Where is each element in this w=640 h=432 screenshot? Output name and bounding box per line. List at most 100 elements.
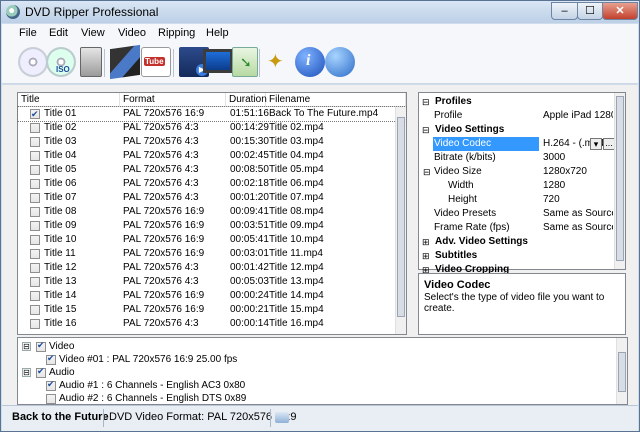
maximize-button[interactable]: ☐: [577, 2, 603, 20]
info-icon[interactable]: i: [295, 47, 325, 77]
column-duration[interactable]: Duration: [226, 93, 267, 107]
column-title[interactable]: Title: [18, 93, 120, 107]
property-value[interactable]: 1280x720: [543, 165, 613, 179]
table-row[interactable]: Title 01 PAL 720x576 16:9 01:51:16Back To …: [17, 106, 407, 122]
table-row[interactable]: Title 12 PAL 720x576 4:3 00:01:42 Title 12.…: [18, 261, 406, 275]
monitor-icon[interactable]: [203, 49, 233, 73]
drive-icon[interactable]: [80, 47, 102, 77]
row-checkbox[interactable]: [30, 179, 40, 189]
table-row[interactable]: Title 11 PAL 720x576 16:9 00:03:01 Title 11…: [18, 247, 406, 261]
titles-list[interactable]: Title Format Duration Filename Title 01 P…: [17, 92, 407, 335]
row-checkbox[interactable]: [30, 277, 40, 287]
property-category[interactable]: ⊞ Adv. Video Settings: [419, 235, 615, 249]
column-format[interactable]: Format: [120, 93, 226, 107]
menu-video[interactable]: Video: [118, 27, 146, 39]
status-menu-icon[interactable]: [275, 412, 289, 423]
collapse-icon[interactable]: ⊟: [22, 342, 31, 351]
row-format: PAL 720x576 16:9: [123, 248, 205, 259]
row-checkbox[interactable]: [30, 107, 40, 121]
row-checkbox[interactable]: [30, 193, 40, 203]
title-bar[interactable]: DVD Ripper Professional – ☐ ✕: [1, 1, 639, 23]
web-update-icon[interactable]: [325, 47, 355, 77]
table-row[interactable]: Title 04 PAL 720x576 4:3 00:02:45 Title 04.…: [18, 149, 406, 163]
property-row[interactable]: Width 1280: [419, 179, 615, 193]
table-row[interactable]: Title 07 PAL 720x576 4:3 00:01:20 Title 07.…: [18, 191, 406, 205]
row-checkbox[interactable]: [30, 123, 40, 133]
expand-icon[interactable]: ⊞: [422, 249, 430, 263]
table-row[interactable]: Title 03 PAL 720x576 4:3 00:15:30 Title 03.…: [18, 135, 406, 149]
property-row[interactable]: Video Codec H.264 - (.mp4) ▾...: [419, 137, 615, 151]
table-row[interactable]: Title 05 PAL 720x576 4:3 00:08:50 Title 05.…: [18, 163, 406, 177]
table-row[interactable]: Title 16 PAL 720x576 4:3 00:00:14 Title 16.…: [18, 317, 406, 331]
property-grid[interactable]: ⊟ProfilesProfileApple iPad 1280x720⊟Vide…: [418, 92, 626, 275]
property-row[interactable]: Frame Rate (fps) Same as Source: [419, 221, 615, 235]
table-row[interactable]: Title 02 PAL 720x576 4:3 00:14:29 Title 02.…: [18, 121, 406, 135]
menu-file[interactable]: File: [19, 27, 37, 39]
minimize-button[interactable]: –: [551, 2, 578, 20]
property-row[interactable]: ⊟ Video Size 1280x720: [419, 165, 615, 179]
table-row[interactable]: Title 06 PAL 720x576 4:3 00:02:18 Title 06.…: [18, 177, 406, 191]
property-value[interactable]: 1280: [543, 179, 613, 193]
dvd-disc-icon[interactable]: [18, 47, 48, 77]
row-filename: Title 05.mp4: [269, 164, 324, 175]
expand-icon[interactable]: ⊞: [422, 235, 430, 249]
row-checkbox[interactable]: [30, 263, 40, 273]
iso-disc-icon[interactable]: ISO: [46, 47, 76, 77]
scrollbar-thumb[interactable]: [397, 117, 405, 317]
row-checkbox[interactable]: [30, 207, 40, 217]
property-row[interactable]: Video Presets Same as Source: [419, 207, 615, 221]
property-value[interactable]: Apple iPad 1280x720: [543, 109, 613, 123]
menu-view[interactable]: View: [81, 27, 105, 39]
titles-list-scrollbar[interactable]: [395, 107, 406, 334]
convert-icon[interactable]: ➘: [232, 47, 258, 77]
dropdown-button[interactable]: ▾: [590, 138, 602, 150]
table-row[interactable]: Title 10 PAL 720x576 16:9 00:05:41 Title 10…: [18, 233, 406, 247]
property-category[interactable]: ⊟ Video Settings: [419, 123, 615, 137]
property-value[interactable]: Same as Source: [543, 207, 613, 221]
row-checkbox[interactable]: [30, 235, 40, 245]
scrollbar-thumb[interactable]: [618, 352, 626, 392]
table-row[interactable]: Title 08 PAL 720x576 16:9 00:09:41 Title 08…: [18, 205, 406, 219]
collapse-icon[interactable]: ⊟: [22, 368, 31, 377]
property-row[interactable]: Profile Apple iPad 1280x720: [419, 109, 615, 123]
property-row[interactable]: Bitrate (k/bits) 3000: [419, 151, 615, 165]
scrollbar-thumb[interactable]: [616, 96, 624, 261]
column-filename[interactable]: Filename: [266, 93, 406, 107]
close-button[interactable]: ✕: [602, 2, 638, 20]
tree-checkbox[interactable]: [36, 366, 46, 378]
menu-help[interactable]: Help: [206, 27, 229, 39]
table-row[interactable]: Title 09 PAL 720x576 16:9 00:03:51 Title 09…: [18, 219, 406, 233]
tree-checkbox[interactable]: [46, 379, 56, 391]
video-settings-icon[interactable]: [110, 44, 140, 80]
row-checkbox[interactable]: [30, 249, 40, 259]
menu-ripping[interactable]: Ripping: [158, 27, 195, 39]
youtube-icon[interactable]: Tube: [141, 47, 171, 77]
tree-checkbox[interactable]: [36, 340, 46, 352]
streams-tree[interactable]: ⊟ Video Video #01 : PAL 720x576 16:9 25.00…: [17, 337, 628, 405]
row-checkbox[interactable]: [30, 151, 40, 161]
property-category[interactable]: ⊟ Profiles: [419, 95, 615, 109]
wizard-wand-icon[interactable]: ✦: [264, 47, 294, 77]
table-row[interactable]: Title 14 PAL 720x576 16:9 00:00:24 Title 14…: [18, 289, 406, 303]
property-value[interactable]: 3000: [543, 151, 613, 165]
property-category[interactable]: ⊞ Subtitles: [419, 249, 615, 263]
row-checkbox[interactable]: [30, 165, 40, 175]
row-checkbox[interactable]: [30, 137, 40, 147]
property-grid-scrollbar[interactable]: [614, 93, 625, 269]
property-value[interactable]: Same as Source: [543, 221, 613, 235]
row-checkbox[interactable]: [30, 291, 40, 301]
collapse-icon[interactable]: ⊟: [422, 95, 430, 109]
property-row[interactable]: Height 720: [419, 193, 615, 207]
streams-tree-scrollbar[interactable]: [616, 338, 627, 404]
collapse-icon[interactable]: ⊟: [423, 165, 431, 179]
collapse-icon[interactable]: ⊟: [422, 123, 430, 137]
tree-checkbox[interactable]: [46, 394, 56, 404]
table-row[interactable]: Title 15 PAL 720x576 16:9 00:00:21 Title 15…: [18, 303, 406, 317]
property-value[interactable]: 720: [543, 193, 613, 207]
table-row[interactable]: Title 13 PAL 720x576 4:3 00:05:03 Title 13.…: [18, 275, 406, 289]
row-checkbox[interactable]: [30, 305, 40, 315]
row-checkbox[interactable]: [30, 221, 40, 231]
menu-edit[interactable]: Edit: [49, 27, 68, 39]
row-checkbox[interactable]: [30, 319, 40, 329]
tree-checkbox[interactable]: [46, 353, 56, 365]
